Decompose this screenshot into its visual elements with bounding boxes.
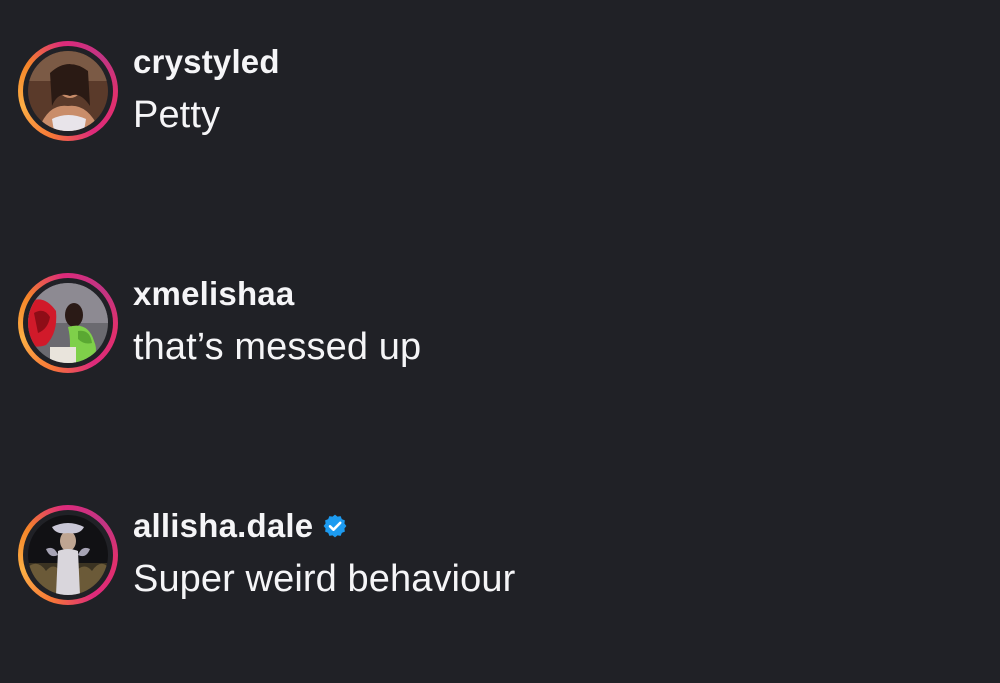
comment-text: that’s messed up [133, 326, 422, 368]
comment-item: allisha.dale Super weird behaviour [0, 500, 1000, 610]
username-row: allisha.dale [133, 504, 515, 548]
username[interactable]: crystyled [133, 43, 280, 81]
comment-body: xmelishaa that’s messed up [133, 272, 421, 369]
comment-item: xmelishaa that’s messed up [0, 268, 1000, 378]
story-ring-avatar[interactable] [18, 505, 118, 605]
profile-photo-icon [28, 515, 108, 595]
comment-text: Super weird behaviour [133, 558, 516, 600]
story-ring-avatar[interactable] [18, 273, 118, 373]
story-ring-avatar[interactable] [18, 41, 118, 141]
username[interactable]: allisha.dale [133, 507, 313, 545]
avatar [28, 51, 108, 131]
avatar [28, 283, 108, 363]
profile-photo-icon [28, 283, 108, 363]
profile-photo-icon [28, 51, 108, 131]
username-row: xmelishaa [133, 272, 421, 316]
avatar [28, 515, 108, 595]
comment-item: crystyled Petty [0, 36, 1000, 146]
avatar-gap [23, 46, 113, 136]
comment-body: crystyled Petty [133, 40, 280, 137]
username[interactable]: xmelishaa [133, 275, 294, 313]
username-row: crystyled [133, 40, 280, 84]
avatar-gap [23, 278, 113, 368]
comment-body: allisha.dale Super weird behaviour [133, 504, 515, 601]
verified-badge-icon [323, 514, 347, 538]
comment-text: Petty [133, 94, 221, 136]
avatar-gap [23, 510, 113, 600]
